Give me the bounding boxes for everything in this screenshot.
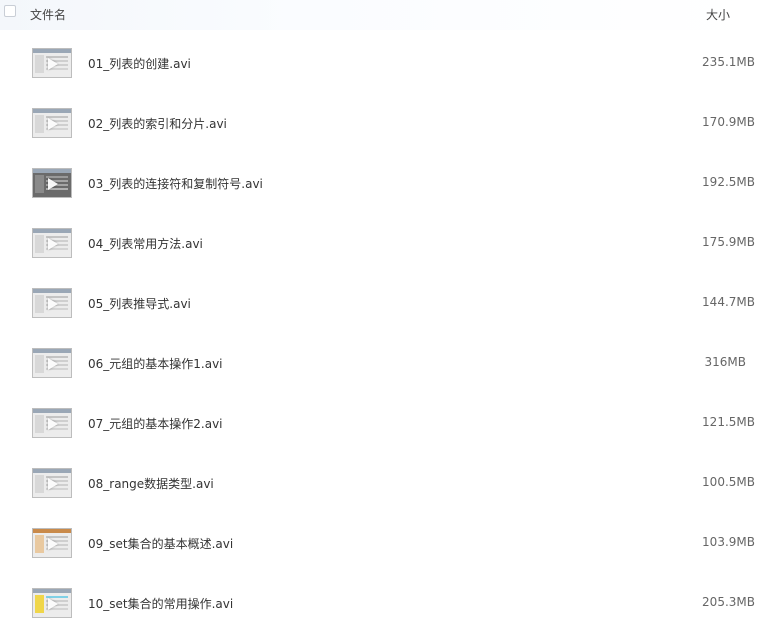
file-name[interactable]: 02_列表的索引和分片.avi [88,115,227,132]
play-icon [48,598,58,610]
file-size: 121.5MB [702,415,755,429]
file-name[interactable]: 07_元组的基本操作2.avi [88,415,223,432]
file-size: 144.7MB [702,295,755,309]
file-name[interactable]: 01_列表的创建.avi [88,55,191,72]
video-thumbnail-icon[interactable] [32,48,72,78]
play-icon [48,478,58,490]
play-icon [48,418,58,430]
play-icon [48,238,58,250]
file-size: 205.3MB [702,595,755,609]
file-list: 01_列表的创建.avi 235.1MB 02_列表的索引和分片.avi 170… [0,33,758,633]
video-thumbnail-icon[interactable] [32,528,72,558]
play-icon [48,178,58,190]
select-all-checkbox-icon[interactable] [4,5,16,17]
video-thumbnail-icon[interactable] [32,288,72,318]
file-row[interactable]: 02_列表的索引和分片.avi 170.9MB [0,93,758,153]
file-row[interactable]: 07_元组的基本操作2.avi 121.5MB [0,393,758,453]
play-icon [48,538,58,550]
file-row[interactable]: 09_set集合的基本概述.avi 103.9MB [0,513,758,573]
file-row[interactable]: 01_列表的创建.avi 235.1MB [0,33,758,93]
file-name[interactable]: 09_set集合的基本概述.avi [88,535,233,552]
video-thumbnail-icon[interactable] [32,348,72,378]
video-thumbnail-icon[interactable] [32,408,72,438]
video-thumbnail-icon[interactable] [32,588,72,618]
file-row[interactable]: 03_列表的连接符和复制符号.avi 192.5MB [0,153,758,213]
video-thumbnail-icon[interactable] [32,108,72,138]
file-size: 316MB [704,355,747,369]
file-size: 192.5MB [702,175,755,189]
video-thumbnail-icon[interactable] [32,468,72,498]
file-row[interactable]: 06_元组的基本操作1.avi 316MB [0,333,758,393]
video-thumbnail-icon[interactable] [32,168,72,198]
file-name[interactable]: 04_列表常用方法.avi [88,235,203,252]
play-icon [48,298,58,310]
file-name[interactable]: 08_range数据类型.avi [88,475,214,492]
file-name[interactable]: 03_列表的连接符和复制符号.avi [88,175,263,192]
file-size: 100.5MB [702,475,755,489]
column-header-name[interactable]: 文件名 [30,6,66,23]
column-header-size[interactable]: 大小 [706,6,730,23]
video-thumbnail-icon[interactable] [32,228,72,258]
file-row[interactable]: 05_列表推导式.avi 144.7MB [0,273,758,333]
play-icon [48,358,58,370]
play-icon [48,58,58,70]
play-icon [48,118,58,130]
file-size: 170.9MB [702,115,755,129]
file-size: 235.1MB [702,55,755,69]
file-list-header: 文件名 大小 [0,0,758,30]
file-row[interactable]: 04_列表常用方法.avi 175.9MB [0,213,758,273]
file-row[interactable]: 08_range数据类型.avi 100.5MB [0,453,758,513]
file-row[interactable]: 10_set集合的常用操作.avi 205.3MB [0,573,758,633]
file-name[interactable]: 05_列表推导式.avi [88,295,191,312]
file-size: 175.9MB [702,235,755,249]
file-name[interactable]: 10_set集合的常用操作.avi [88,595,233,612]
file-name[interactable]: 06_元组的基本操作1.avi [88,355,223,372]
file-size: 103.9MB [702,535,755,549]
